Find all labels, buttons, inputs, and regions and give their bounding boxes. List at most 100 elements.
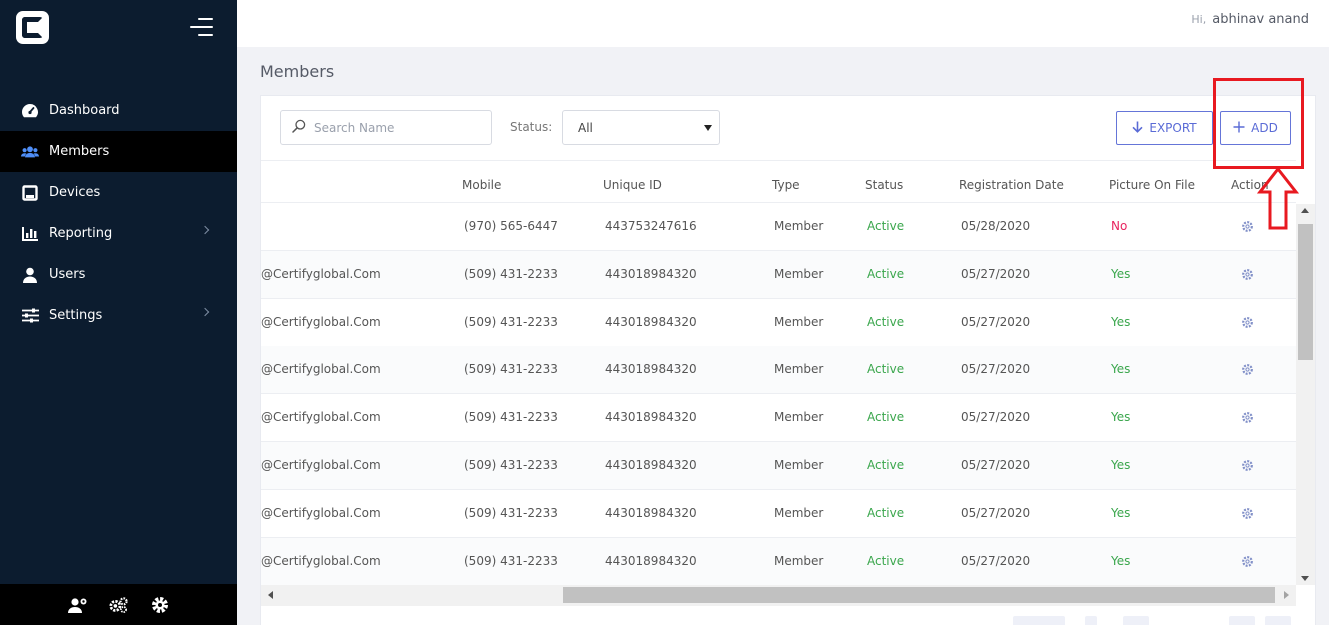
row-settings-gear-icon[interactable] [1241,555,1254,571]
mobile-cell: (509) 431-2233 [464,267,558,281]
scroll-up-arrow-icon[interactable] [1301,208,1309,213]
column-header-type[interactable]: Type [772,178,800,192]
registration-date-cell: 05/27/2020 [961,410,1031,424]
user-settings-icon[interactable] [67,595,88,615]
sidebar-item-label: Devices [49,185,101,200]
mobile-cell: (509) 431-2233 [464,554,558,568]
picture-on-file-cell: No [1111,219,1128,233]
sidebar-item-devices[interactable]: Devices [0,172,237,213]
row-settings-gear-icon[interactable] [1241,268,1254,284]
table-header: Mobile Unique ID Type Status Registratio… [261,161,1296,203]
registration-date-cell: 05/27/2020 [961,554,1031,568]
horizontal-scroll-thumb[interactable] [563,587,1275,603]
pagination-button[interactable] [1229,616,1255,625]
status-cell: Active [867,554,905,568]
mobile-cell: (509) 431-2233 [464,458,558,472]
sidebar-footer [0,584,237,625]
members-table: Mobile Unique ID Type Status Registratio… [261,160,1296,585]
status-filter-label: Status: [510,120,553,134]
registration-date-cell: 05/27/2020 [961,315,1031,329]
sidebar-item-members[interactable]: Members [0,131,237,172]
table-row: @Certifyglobal.Com (509) 431-2233 44301898… [261,346,1296,394]
email-cell: @Certifyglobal.Com [261,410,381,424]
column-header-mobile[interactable]: Mobile [462,178,501,192]
status-cell: Active [867,315,905,329]
vertical-scroll-thumb[interactable] [1298,224,1313,360]
export-button[interactable]: EXPORT [1116,111,1213,145]
table-row: @Certifyglobal.Com (509) 431-2233 44301898… [261,251,1296,299]
mobile-cell: (509) 431-2233 [464,506,558,520]
sidebar-item-settings[interactable]: Settings [0,295,237,336]
status-cell: Active [867,506,905,520]
email-cell: @Certifyglobal.Com [261,554,381,568]
sidebar-item-dashboard[interactable]: Dashboard [0,90,237,131]
unique-id-cell: 443018984320 [605,554,697,568]
type-cell: Member [774,362,824,376]
devices-icon [21,184,39,202]
search-input[interactable] [314,120,484,135]
email-cell: @Certifyglobal.Com [261,458,381,472]
email-cell: @Certifyglobal.Com [261,267,381,281]
certify-logo[interactable] [16,11,49,44]
user-greeting[interactable]: Hi, abhinav anand [1191,12,1309,27]
sidebar-item-users[interactable]: Users [0,254,237,295]
status-cell: Active [867,267,905,281]
status-cell: Active [867,362,905,376]
row-settings-gear-icon[interactable] [1241,411,1254,427]
user-icon [21,266,39,284]
unique-id-cell: 443018984320 [605,506,697,520]
members-card: Status: All EXPORT ADD Mobile Unique ID … [260,95,1316,625]
row-settings-gear-icon[interactable] [1241,363,1254,379]
scroll-left-arrow-icon[interactable] [268,591,273,599]
email-cell: @Certifyglobal.Com [261,315,381,329]
search-box[interactable] [280,110,492,145]
column-header-status[interactable]: Status [865,178,903,192]
type-cell: Member [774,458,824,472]
chevron-right-icon [200,225,210,235]
registration-date-cell: 05/27/2020 [961,362,1031,376]
column-header-registration-date[interactable]: Registration Date [959,178,1064,192]
dashboard-icon [21,102,39,120]
scroll-right-arrow-icon[interactable] [1284,591,1289,599]
top-bar: Hi, abhinav anand [237,0,1329,47]
registration-date-cell: 05/27/2020 [961,506,1031,520]
cogs-icon[interactable] [108,595,129,615]
pagination-button[interactable] [1123,616,1149,625]
row-settings-gear-icon[interactable] [1241,220,1254,236]
scroll-down-arrow-icon[interactable] [1301,576,1309,581]
horizontal-scrollbar[interactable] [261,585,1296,606]
sidebar-item-label: Reporting [49,226,113,241]
sidebar-item-label: Members [49,144,110,159]
row-settings-gear-icon[interactable] [1241,459,1254,475]
mobile-cell: (970) 565-6447 [464,219,558,233]
pagination-button[interactable] [1265,616,1291,625]
type-cell: Member [774,410,824,424]
registration-date-cell: 05/28/2020 [961,219,1031,233]
chevron-right-icon [200,307,210,317]
status-filter-select[interactable]: All [562,110,720,145]
toolbar: Status: All EXPORT ADD [261,96,1315,160]
settings-sliders-icon [21,307,39,325]
row-settings-gear-icon[interactable] [1241,507,1254,523]
type-cell: Member [774,315,824,329]
registration-date-cell: 05/27/2020 [961,458,1031,472]
mobile-cell: (509) 431-2233 [464,315,558,329]
pagination-button[interactable] [1085,616,1097,625]
picture-on-file-cell: Yes [1111,506,1131,520]
unique-id-cell: 443018984320 [605,267,697,281]
pagination-button[interactable] [1013,616,1065,625]
picture-on-file-cell: Yes [1111,362,1131,376]
email-cell: @Certifyglobal.Com [261,362,381,376]
reporting-icon [21,225,39,243]
email-cell: @Certifyglobal.Com [261,506,381,520]
gear-icon[interactable] [150,595,170,615]
table-row: @Certifyglobal.Com (509) 431-2233 44301898… [261,442,1296,490]
row-settings-gear-icon[interactable] [1241,316,1254,332]
unique-id-cell: 443018984320 [605,410,697,424]
column-header-picture-on-file[interactable]: Picture On File [1109,178,1195,192]
sidebar-item-reporting[interactable]: Reporting [0,213,237,254]
menu-toggle-icon[interactable] [190,17,213,37]
column-header-unique-id[interactable]: Unique ID [603,178,662,192]
picture-on-file-cell: Yes [1111,554,1131,568]
vertical-scrollbar[interactable] [1296,204,1315,585]
